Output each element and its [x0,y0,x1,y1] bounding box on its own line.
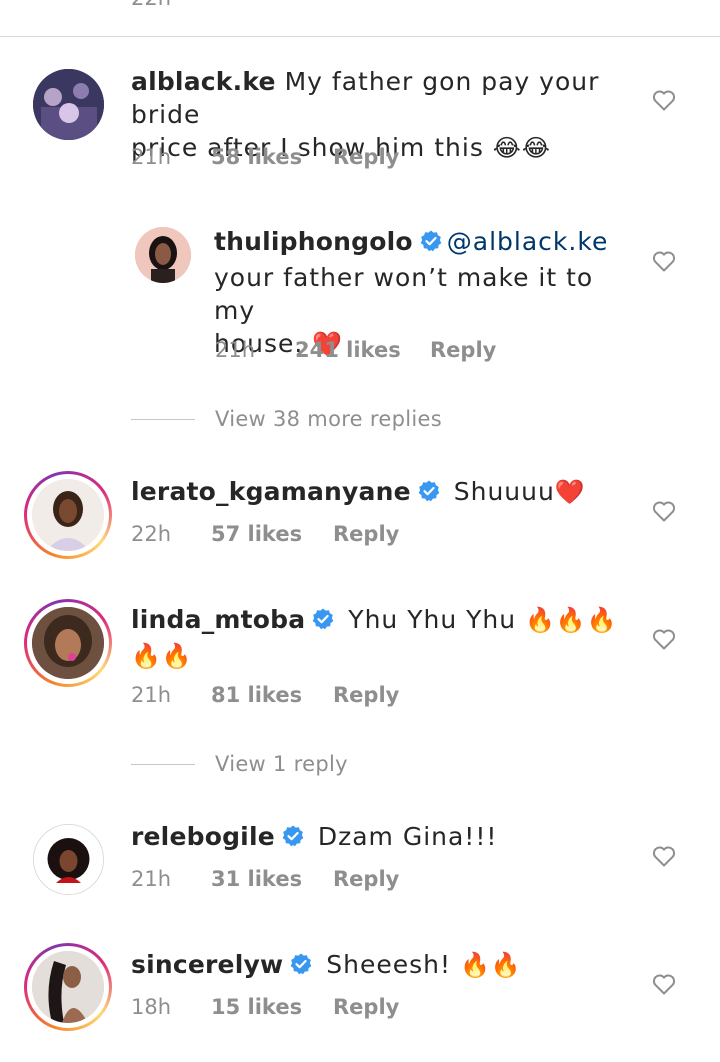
verified-badge-icon [419,228,443,261]
username[interactable]: linda_mtoba [131,605,305,634]
replies-line [131,418,195,420]
view-replies-button[interactable]: View 1 reply [131,752,348,776]
reply-button[interactable]: Reply [333,867,399,891]
comment-body: lerato_kgamanyane Shuuuu❤️ [131,475,651,511]
comment-meta: 18h 15 likes Reply [131,995,399,1019]
comment-body: relebogile Dzam Gina!!! [131,820,631,856]
story-ring[interactable] [24,943,112,1031]
reply-button[interactable]: Reply [333,995,399,1019]
reply-time: 21h [215,338,256,362]
likes-count[interactable]: 81 likes [211,683,333,707]
avatar[interactable] [32,479,104,551]
comment-text: Dzam Gina!!! [317,822,498,851]
comment-time: 21h [131,867,172,891]
like-heart-icon[interactable] [652,500,676,526]
username[interactable]: alblack.ke [131,67,276,96]
comment-body: linda_mtoba Yhu Yhu Yhu 🔥🔥🔥 🔥🔥 [131,603,631,673]
username[interactable]: lerato_kgamanyane [131,477,411,506]
comment-time: 22h [131,522,172,546]
reply-button[interactable]: Reply [333,683,399,707]
likes-count[interactable]: 57 likes [211,522,333,546]
verified-badge-icon [289,951,313,984]
username[interactable]: thuliphongolo [214,227,413,256]
comment-text: Sheeesh! [326,950,451,979]
view-replies-label[interactable]: View 38 more replies [215,407,442,431]
reply-button[interactable]: Reply [430,338,496,362]
divider [0,36,720,37]
likes-count[interactable]: 31 likes [211,867,333,891]
username[interactable]: relebogile [131,822,275,851]
username[interactable]: sincerelyw [131,950,283,979]
like-heart-icon[interactable] [652,845,676,871]
previous-comment-time: 22h [131,0,171,10]
avatar[interactable] [33,824,104,895]
view-more-replies-button[interactable]: View 38 more replies [131,407,442,431]
reply-button[interactable]: Reply [333,522,399,546]
comment-meta: 21h 58 likes Reply [131,145,399,169]
avatar[interactable] [32,951,104,1023]
mention-link[interactable]: @alblack.ke [447,227,609,256]
like-heart-icon[interactable] [652,89,676,115]
comment-text: Yhu Yhu Yhu [348,605,517,634]
likes-count[interactable]: 58 likes [211,145,333,169]
verified-badge-icon [417,478,441,511]
story-ring[interactable] [24,471,112,559]
like-heart-icon[interactable] [652,973,676,999]
like-heart-icon[interactable] [652,628,676,654]
comment-text: Shuuuu [453,477,555,506]
fire-emoji: 🔥🔥🔥 [525,606,618,634]
comment-body: sincerelyw Sheeesh! 🔥🔥 [131,948,631,984]
verified-badge-icon [311,606,335,639]
likes-count[interactable]: 241 likes [295,338,430,362]
comment-meta: 21h 81 likes Reply [131,683,399,707]
comment-time: 21h [131,145,172,169]
comment-time: 21h [131,683,172,707]
likes-count[interactable]: 15 likes [211,995,333,1019]
comment-meta: 22h 57 likes Reply [131,522,399,546]
reply-meta: 21h 241 likes Reply [215,338,496,362]
fire-emoji-2: 🔥🔥 [131,642,193,670]
comment-time: 18h [131,995,172,1019]
comment-meta: 21h 31 likes Reply [131,867,399,891]
avatar[interactable] [135,227,191,283]
replies-line [131,763,195,765]
verified-badge-icon [281,823,305,856]
like-heart-icon[interactable] [652,250,676,276]
view-replies-label[interactable]: View 1 reply [215,752,348,776]
avatar[interactable] [33,69,104,140]
avatar[interactable] [32,607,104,679]
story-ring[interactable] [24,599,112,687]
fire-emoji: 🔥🔥 [459,951,522,979]
reply-text: your father won’t make it to my [214,263,594,325]
red-heart-emoji: ❤️ [554,478,586,506]
laughing-emoji: 😂😂 [492,134,551,162]
reply-button[interactable]: Reply [333,145,399,169]
